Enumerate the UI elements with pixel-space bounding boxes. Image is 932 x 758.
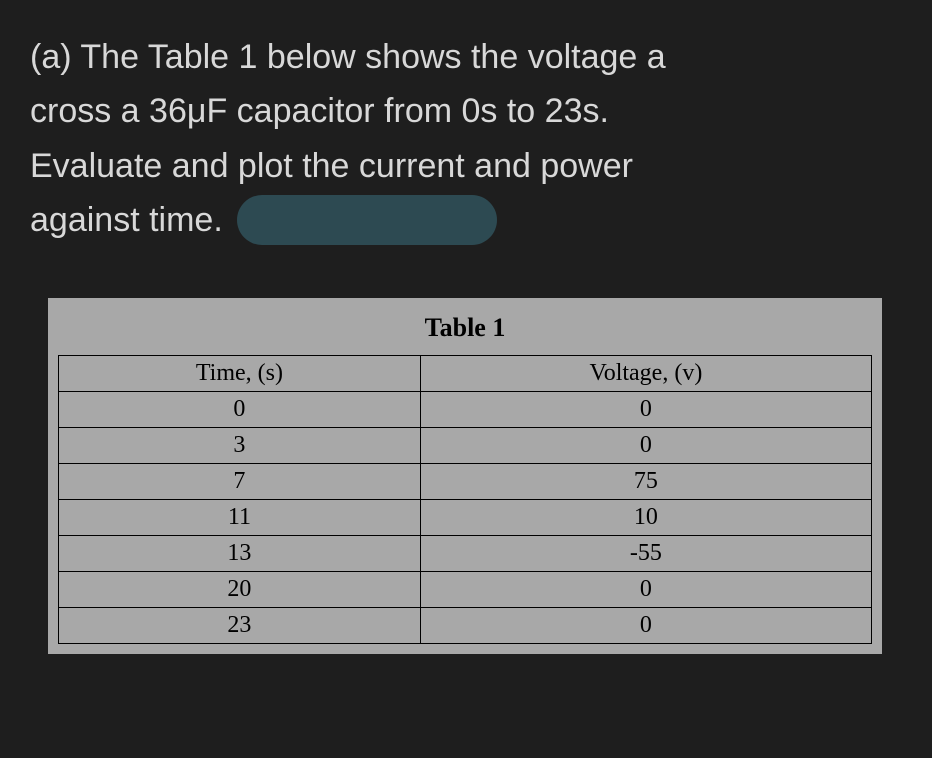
cell-time: 20 <box>59 571 421 607</box>
table-header-row: Time, (s) Voltage, (v) <box>59 355 872 391</box>
question-line-3: Evaluate and plot the current and power <box>30 147 633 185</box>
table-row: 11 10 <box>59 499 872 535</box>
question-line-2: cross a 36μF capacitor from 0s to 23s. <box>30 92 609 130</box>
table-row: 7 75 <box>59 463 872 499</box>
cell-voltage: -55 <box>420 535 871 571</box>
table-row: 3 0 <box>59 427 872 463</box>
question-prompt: (a) The Table 1 below shows the voltage … <box>30 30 902 248</box>
table-title: Table 1 <box>58 313 872 343</box>
cell-time: 23 <box>59 607 421 643</box>
question-line-1: (a) The Table 1 below shows the voltage … <box>30 38 666 76</box>
table-row: 0 0 <box>59 391 872 427</box>
redaction-blob <box>237 195 497 245</box>
cell-time: 7 <box>59 463 421 499</box>
cell-time: 0 <box>59 391 421 427</box>
table-row: 23 0 <box>59 607 872 643</box>
cell-voltage: 0 <box>420 607 871 643</box>
cell-voltage: 0 <box>420 571 871 607</box>
cell-time: 11 <box>59 499 421 535</box>
cell-voltage: 0 <box>420 391 871 427</box>
table-row: 20 0 <box>59 571 872 607</box>
data-table-container: Table 1 Time, (s) Voltage, (v) 0 0 3 0 7… <box>48 298 882 654</box>
cell-voltage: 75 <box>420 463 871 499</box>
question-line-4: against time. <box>30 201 223 239</box>
cell-voltage: 0 <box>420 427 871 463</box>
cell-time: 3 <box>59 427 421 463</box>
table-row: 13 -55 <box>59 535 872 571</box>
voltage-time-table: Time, (s) Voltage, (v) 0 0 3 0 7 75 11 1… <box>58 355 872 644</box>
cell-time: 13 <box>59 535 421 571</box>
column-header-voltage: Voltage, (v) <box>420 355 871 391</box>
column-header-time: Time, (s) <box>59 355 421 391</box>
cell-voltage: 10 <box>420 499 871 535</box>
